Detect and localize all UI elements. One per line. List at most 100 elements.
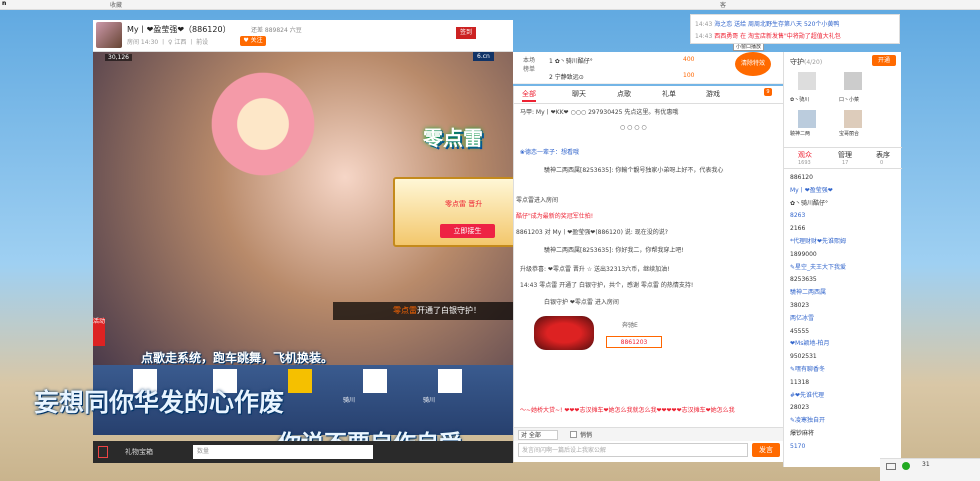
chat-message: ❀德恋一辈子：想看哦 <box>520 149 580 156</box>
lyric-line-1: 点歌走系统，跑车跳舞，飞机换装。 <box>141 351 334 365</box>
gift-count-input[interactable]: 数量 <box>193 445 373 459</box>
audience-row[interactable]: ✎嘿有聊香冬 <box>790 364 898 376</box>
audience-row[interactable]: 38023 <box>790 300 898 312</box>
tab-audience[interactable]: 观众 <box>798 150 812 160</box>
audience-row[interactable]: 886120 <box>790 172 898 184</box>
guard-title: 守护(4/20) <box>790 57 822 67</box>
tab-games[interactable]: 游戏 <box>706 86 720 102</box>
audience-row[interactable]: 1899000 <box>790 249 898 261</box>
guard-member-avatar[interactable] <box>844 72 862 90</box>
topbar-favorites[interactable]: 收藏 <box>110 0 122 9</box>
audience-row[interactable]: ✎凌寒独自开 <box>790 415 898 427</box>
audience-row[interactable]: 驍神二两西属 <box>790 287 898 299</box>
chat-target-select[interactable]: 对 全部 <box>518 430 558 440</box>
chat-message: 零点雷进入房间 <box>516 197 559 204</box>
clear-effects-button[interactable]: 清除特效 <box>735 52 771 76</box>
chat-message: 14:43 零点雷 开通了 白银守护，共个，感谢 零点雷 的热情支持! <box>520 282 694 289</box>
anchor-meta: 房间 14:30 丨 ♀ 江西 丨 前设 <box>127 39 209 46</box>
notice-text: 海之恋 送给 周周北野生存第八天 520个小黄鸭 <box>714 21 840 28</box>
gift-icon[interactable] <box>288 369 312 393</box>
notice-line-2: 14:43 西西勇哥 在 淘宝店新发售"中将勋了超值大礼包 <box>695 31 841 40</box>
guard-avatar-3[interactable] <box>363 369 387 393</box>
audience-row[interactable]: 28023 <box>790 402 898 414</box>
audience-count: 1693 <box>798 160 811 166</box>
status-icon <box>902 462 910 470</box>
lyric-line-2: 妄想同你华发的心作废 <box>34 388 285 417</box>
audience-row[interactable]: 11318 <box>790 377 898 389</box>
rank-number: 1 <box>549 58 553 65</box>
private-checkbox[interactable] <box>570 431 577 438</box>
audience-row[interactable]: 8253635 <box>790 274 898 286</box>
notice-text: 西西勇哥 在 淘宝店新发售"中将勋了超值大礼包 <box>714 33 841 40</box>
notice-time: 14:43 <box>695 21 713 28</box>
rank-value-1: 400 <box>683 56 695 63</box>
guard-member-name: ✿丶骑川 <box>790 97 810 103</box>
guard-member-name: 驍神二两 <box>790 131 811 137</box>
audience-row[interactable]: 9502531 <box>790 351 898 363</box>
activity-badge[interactable]: 活动 <box>93 318 105 346</box>
audience-row[interactable]: ❤Ms颖地-柏月 <box>790 338 898 350</box>
tab-all[interactable]: 全部 <box>522 86 536 102</box>
notice-line-1: 14:43 海之恋 送给 周周北野生存第八天 520个小黄鸭 <box>695 19 839 28</box>
browser-topbar: n 收藏 客 <box>0 0 980 10</box>
audience-row[interactable]: 45555 <box>790 326 898 338</box>
audience-tabs: 观众 1693 管理 17 表序 0 <box>784 147 902 169</box>
audience-row[interactable]: 2166 <box>790 223 898 235</box>
guard-count: (4/20) <box>804 59 823 66</box>
anchor-avatar[interactable] <box>96 22 122 48</box>
audience-row[interactable]: *代理财财❤先谁熙姆 <box>790 236 898 248</box>
share-button[interactable]: 签到 <box>456 27 476 39</box>
audience-row[interactable]: 两亿冰雪 <box>790 313 898 325</box>
audience-row[interactable]: ✎星空_夫王大下我爱 <box>790 262 898 274</box>
gift-toolbar: 礼物宝箱 数量 <box>93 441 513 463</box>
chat-message: 8861203 对 My丨❤盈莹强❤(886120) 说: 现在没的说? <box>516 229 668 236</box>
guard-member-avatar[interactable] <box>798 110 816 128</box>
guard-notice-name: 零点雷 <box>393 306 417 315</box>
gift-box-button[interactable]: 礼物宝箱 <box>125 447 153 457</box>
audience-row[interactable]: My丨❤盈莹强❤ <box>790 185 898 197</box>
open-guard-button[interactable]: 开通 <box>872 55 896 66</box>
live-video[interactable]: 30,126 6.cn 活动 零点雷 零点雷 晋升 立即接生 零点雷开通了白银守… <box>93 52 533 365</box>
mail-icon[interactable] <box>886 463 896 470</box>
guard-member-name: 口丶小菜 <box>839 97 860 103</box>
tab-admin[interactable]: 管理 <box>838 150 852 160</box>
admin-count: 17 <box>842 160 849 166</box>
guard-member-avatar[interactable] <box>798 72 816 90</box>
notice-time: 14:43 <box>695 33 713 40</box>
guard-member-avatar[interactable] <box>844 110 862 128</box>
guard-label-2: 骑川 <box>423 397 436 404</box>
guard-panel: 守护(4/20) 开通 ✿丶骑川 口丶小菜 驍神二两 宝哥丽合 观众 1693 … <box>783 52 902 467</box>
upgrade-popup: 零点雷 晋升 立即接生 <box>393 177 533 247</box>
guard-label-1: 骑川 <box>343 397 356 404</box>
guard-avatar-4[interactable] <box>438 369 462 393</box>
phone-icon[interactable] <box>98 446 108 458</box>
audience-row[interactable]: 5170 <box>790 441 898 453</box>
audience-row[interactable]: 爆钞麻将 <box>790 428 898 440</box>
viewer-count: 30,126 <box>105 54 132 61</box>
follow-button[interactable]: ♥ 关注 <box>240 36 266 46</box>
chat-message: 酷仔"成为最新的奖冠军仕拍! <box>516 213 594 220</box>
status-tray: 31 <box>880 458 980 481</box>
topbar-item[interactable]: 客 <box>720 0 726 9</box>
send-button[interactable]: 发言 <box>752 443 780 457</box>
guard-member-name: 宝哥丽合 <box>839 131 860 137</box>
car-owner-id[interactable]: 8861203 <box>606 336 662 348</box>
rank-row-1[interactable]: 1 ✿丶骑川酷仔° <box>549 56 593 65</box>
tab-queue[interactable]: 表序 <box>876 150 890 160</box>
chat-input[interactable]: 发言间闪啊一篇后设上我家公解 <box>518 443 748 457</box>
chat-options-bar: 对 全部 悄悄 <box>514 427 784 441</box>
tab-gifts[interactable]: 礼单 <box>662 86 676 102</box>
topbar-left-label: n <box>2 0 7 7</box>
chat-message: 升级恭喜: ❤零点雷 晋升 ☆ 送出32313六币，继续加油! <box>520 266 670 273</box>
audience-row[interactable]: 8263 <box>790 210 898 222</box>
popup-receive-button[interactable]: 立即接生 <box>440 224 495 238</box>
marquee-text: ～~她桥大贷~! ❤❤❤志汉摊车❤她怎么我就怎么我❤❤❤❤❤志汉摊车❤她怎么我 <box>520 407 735 414</box>
audience-row[interactable]: #❤先谁代理 <box>790 390 898 402</box>
guard-notice: 零点雷开通了白银守护！ <box>333 302 513 320</box>
anchor-name: My丨❤盈莹强❤（886120） <box>127 25 231 34</box>
tab-chat[interactable]: 聊天 <box>572 86 586 102</box>
audience-row[interactable]: ✿丶骑川酷仔° <box>790 198 898 210</box>
tab-songs[interactable]: 点歌 <box>617 86 631 102</box>
rank-row-2[interactable]: 2 宁静致远⊙ <box>549 72 584 81</box>
popup-title: 零点雷 晋升 <box>445 200 483 208</box>
